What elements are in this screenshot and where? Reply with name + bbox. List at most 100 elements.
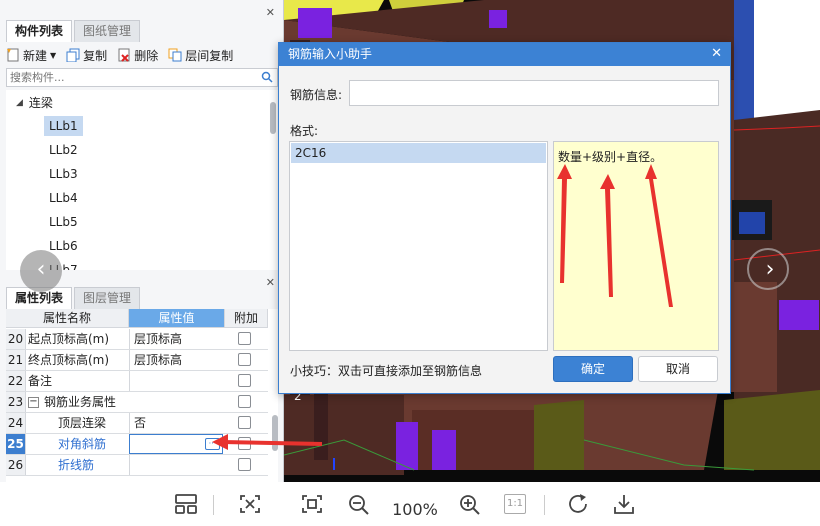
tab-layer-manage[interactable]: 图层管理	[74, 287, 141, 309]
row-number: 23	[6, 392, 26, 412]
collapse-toggle-icon[interactable]: −	[28, 396, 39, 408]
property-value[interactable]: 层顶标高	[129, 329, 223, 349]
table-row[interactable]: 20 起点顶标高(m) 层顶标高	[6, 329, 268, 350]
copy-label: 复制	[83, 48, 108, 63]
property-value[interactable]: 否	[129, 413, 223, 433]
property-group: − 钢筋业务属性	[28, 392, 116, 412]
thumbnail-button[interactable]	[172, 492, 200, 516]
property-value	[129, 392, 223, 412]
fullscreen-button[interactable]	[298, 492, 326, 516]
property-value[interactable]	[129, 455, 223, 475]
property-name: 钢筋业务属性	[44, 395, 117, 409]
fit-icon	[240, 495, 260, 513]
property-grid: 属性名称 属性值 附加 20 起点顶标高(m) 层顶标高 21 终点顶标高(m)…	[6, 309, 278, 482]
fit-button[interactable]	[236, 492, 264, 516]
property-value[interactable]	[129, 371, 223, 391]
format-list-item[interactable]: 2C16	[291, 143, 546, 163]
dialog-titlebar[interactable]: 钢筋输入小助手 ✕	[279, 43, 730, 66]
tree-item[interactable]: LLb4	[44, 188, 83, 208]
download-button[interactable]	[610, 492, 638, 516]
tree-item[interactable]: LLb5	[44, 212, 83, 232]
table-row[interactable]: 23 − 钢筋业务属性	[6, 392, 268, 413]
collapse-icon[interactable]: ◢	[16, 98, 23, 108]
row-number: 21	[6, 350, 26, 370]
dialog-title: 钢筋输入小助手	[288, 47, 373, 61]
divider	[213, 495, 214, 515]
table-row[interactable]: 21 终点顶标高(m) 层顶标高	[6, 350, 268, 371]
tree-root[interactable]: ◢ 连梁	[16, 94, 53, 111]
extra-checkbox[interactable]	[238, 374, 251, 387]
table-row[interactable]: 26 折线筋	[6, 455, 268, 476]
row-number: 24	[6, 413, 26, 433]
delete-label: 删除	[134, 48, 159, 63]
zoom-in-icon	[460, 495, 480, 515]
tab-component-list[interactable]: 构件列表	[6, 20, 73, 42]
new-button[interactable]: 新建 ▼	[6, 47, 56, 64]
thumbnail-icon	[175, 494, 197, 514]
property-name: 对角斜筋	[58, 437, 107, 451]
format-list: 2C16	[289, 141, 548, 351]
close-icon[interactable]: ✕	[266, 276, 275, 289]
copy-icon	[66, 48, 80, 62]
header-property-name: 属性名称	[6, 309, 129, 328]
divider	[544, 495, 545, 515]
download-icon	[614, 495, 634, 514]
component-tabs: 构件列表 图纸管理	[6, 20, 142, 42]
tree-item[interactable]: LLb1	[44, 116, 83, 136]
chevron-right-icon: ›	[765, 257, 775, 282]
delete-button[interactable]: 删除	[117, 47, 158, 64]
rebar-info-input[interactable]	[349, 80, 719, 106]
prev-image-button[interactable]: ‹	[20, 250, 62, 292]
header-property-value: 属性值	[129, 309, 225, 328]
property-name: 备注	[28, 374, 53, 388]
copy-button[interactable]: 复制	[66, 47, 107, 64]
search-input[interactable]	[7, 69, 257, 86]
new-icon	[7, 48, 19, 62]
next-image-button[interactable]: ›	[747, 248, 789, 290]
floor-copy-label: 层间复制	[185, 48, 234, 63]
extra-checkbox[interactable]	[238, 458, 251, 471]
chevron-left-icon: ‹	[36, 257, 46, 282]
tab-drawing-manage[interactable]: 图纸管理	[74, 20, 141, 42]
header-extra: 附加	[225, 309, 268, 328]
zoom-out-icon	[349, 495, 369, 515]
image-viewer-toolbar: 100% 1:1	[0, 482, 820, 526]
tree-scrollbar[interactable]	[270, 102, 276, 134]
cancel-button[interactable]: 取消	[638, 356, 718, 382]
extra-checkbox[interactable]	[238, 332, 251, 345]
tree-item[interactable]: LLb3	[44, 164, 83, 184]
floor-copy-button[interactable]: 层间复制	[168, 47, 233, 64]
property-name: 顶层连梁	[58, 416, 107, 430]
tree-item[interactable]: LLb2	[44, 140, 83, 160]
chevron-down-icon[interactable]: ▼	[50, 51, 56, 60]
left-panel: ✕ 构件列表 图纸管理 新建 ▼ 复制 删除 层间复制 ◢ 连梁 L	[0, 0, 284, 482]
fullscreen-icon	[302, 495, 322, 513]
property-value-editor[interactable]: ···	[129, 434, 223, 454]
annotation-arrows	[557, 164, 673, 307]
property-name: 起点顶标高(m)	[28, 332, 110, 346]
extra-checkbox[interactable]	[238, 395, 251, 408]
rotate-button[interactable]	[565, 492, 593, 516]
tip-text: 小技巧：双击可直接添加至钢筋信息	[290, 364, 483, 378]
property-value[interactable]: 层顶标高	[129, 350, 223, 370]
row-number: 20	[6, 329, 26, 349]
extra-checkbox[interactable]	[238, 353, 251, 366]
property-name: 折线筋	[58, 458, 95, 472]
zoom-out-button[interactable]	[345, 492, 373, 516]
property-name: 终点顶标高(m)	[28, 353, 110, 367]
component-tree: ◢ 连梁 LLb1 LLb2 LLb3 LLb4 LLb5 LLb6 LLb7	[6, 90, 278, 270]
rotate-icon	[569, 494, 587, 513]
new-label: 新建	[23, 48, 48, 63]
search-box[interactable]	[6, 68, 278, 87]
ok-button[interactable]: 确定	[553, 356, 633, 382]
table-row[interactable]: 22 备注	[6, 371, 268, 392]
row-number: 25	[6, 434, 26, 454]
search-icon[interactable]	[261, 71, 273, 83]
actual-size-button[interactable]: 1:1	[503, 492, 527, 516]
tree-root-label: 连梁	[28, 96, 53, 110]
close-icon[interactable]: ✕	[711, 47, 722, 61]
actual-size-icon: 1:1	[504, 494, 526, 514]
rebar-info-label: 钢筋信息:	[290, 88, 343, 102]
zoom-in-button[interactable]	[456, 492, 484, 516]
close-icon[interactable]: ✕	[266, 6, 275, 19]
